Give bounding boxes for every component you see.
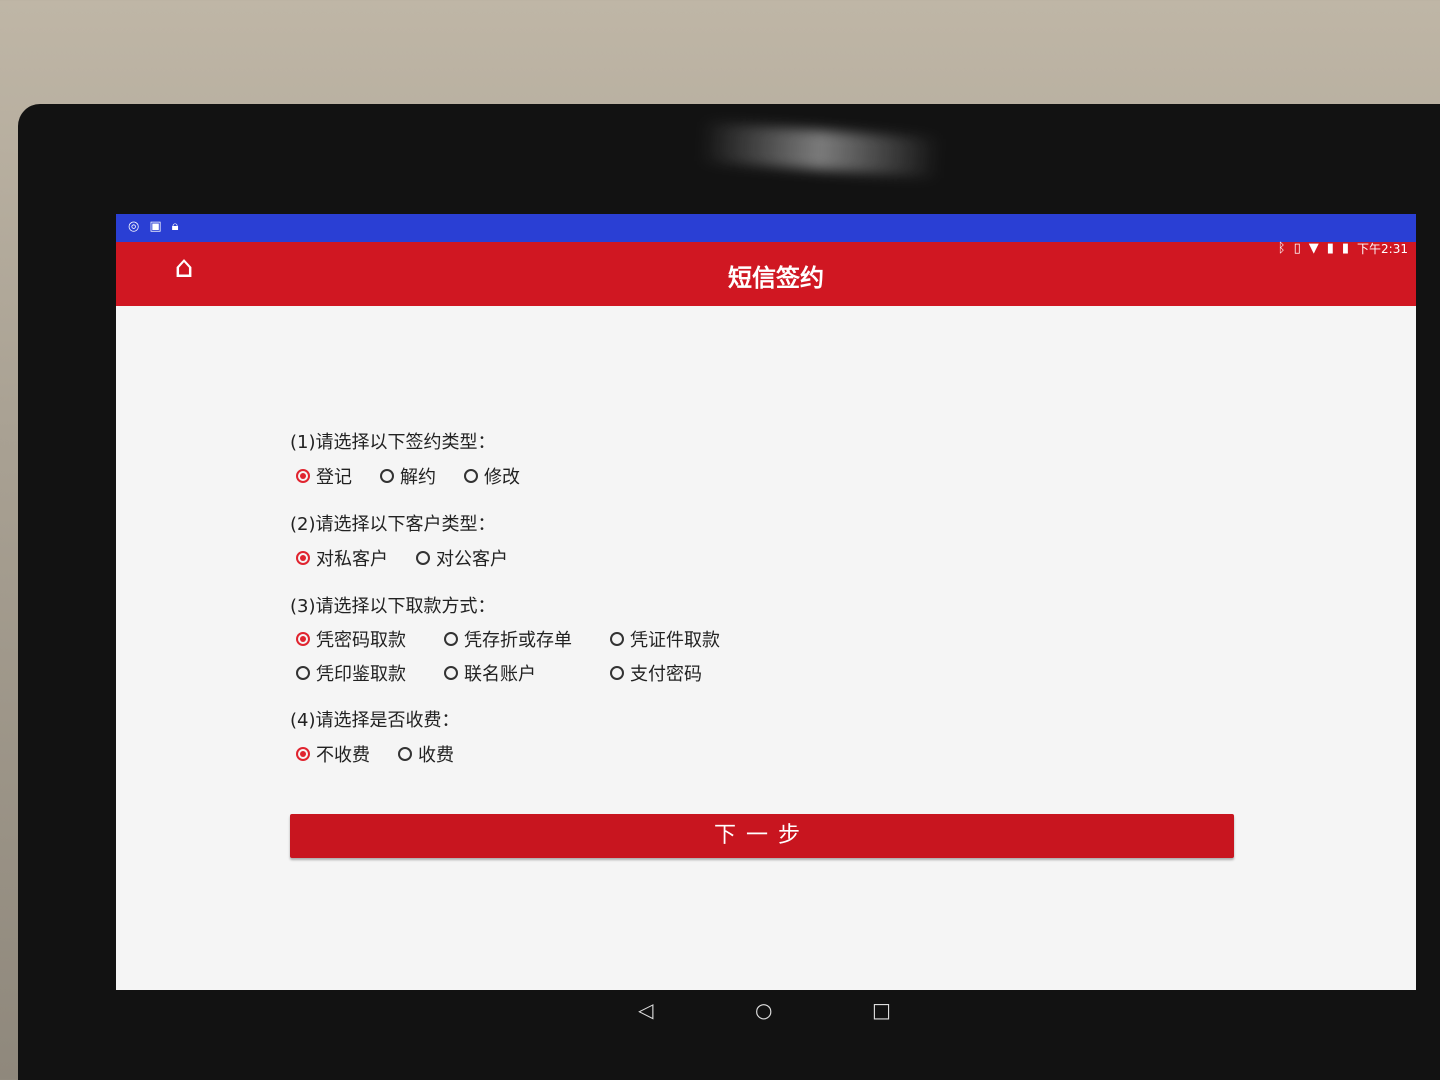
radio-unchecked-icon xyxy=(296,666,310,680)
radio-unchecked-icon xyxy=(416,551,430,565)
radio-register[interactable]: 登记 xyxy=(296,463,352,489)
wifi-icon: ▼ xyxy=(1308,240,1319,256)
radio-label: 不收费 xyxy=(316,745,370,766)
system-nav-bar: ◁ ○ □ xyxy=(0,990,1440,1040)
status-left-icons: ◎ ▣ 🔒︎ xyxy=(128,220,179,234)
signal-icon: ▮ xyxy=(1326,240,1334,256)
lock-icon: 🔒︎ xyxy=(171,219,179,234)
status-circle-icon: ◎ xyxy=(128,219,140,234)
radio-id-withdrawal[interactable]: 凭证件取款 xyxy=(610,626,770,652)
radio-unchecked-icon xyxy=(464,469,478,483)
radio-label: 收费 xyxy=(418,745,454,766)
app-bar: ⌂ 短信签约 xyxy=(116,242,1416,306)
fee-options: 不收费 收费 xyxy=(290,736,1250,772)
gallery-app-icon: ▣ xyxy=(149,219,162,234)
radio-label: 登记 xyxy=(316,467,352,488)
radio-unchecked-icon xyxy=(610,666,624,680)
battery-icon: ▮ xyxy=(1341,240,1350,256)
radio-unchecked-icon xyxy=(380,469,394,483)
question-fee: (4)请选择是否收费： xyxy=(290,710,460,731)
radio-no-fee[interactable]: 不收费 xyxy=(296,741,370,767)
radio-modify[interactable]: 修改 xyxy=(464,463,520,489)
question-customer-type: (2)请选择以下客户类型： xyxy=(290,514,496,535)
radio-unchecked-icon xyxy=(444,666,458,680)
radio-checked-icon xyxy=(296,551,310,565)
radio-checked-icon xyxy=(296,632,310,646)
device-screen: ◎ ▣ 🔒︎ ᛒ ▯ ▼ ▮ ▮ 下午2:31 ⌂ 短信签约 (1)请选择以下签… xyxy=(116,214,1416,990)
question-signing-type: (1)请选择以下签约类型： xyxy=(290,432,496,453)
signing-type-options: 登记 解约 修改 xyxy=(290,458,1250,494)
radio-label: 对公客户 xyxy=(436,549,508,570)
recents-icon[interactable]: □ xyxy=(872,998,891,1022)
radio-label: 支付密码 xyxy=(630,664,702,685)
customer-type-options: 对私客户 对公客户 xyxy=(290,540,1250,576)
radio-checked-icon xyxy=(296,469,310,483)
home-nav-icon[interactable]: ○ xyxy=(755,998,772,1022)
status-time: 下午2:31 xyxy=(1357,242,1408,256)
radio-label: 对私客户 xyxy=(316,549,388,570)
radio-cancel[interactable]: 解约 xyxy=(380,463,436,489)
radio-payment-password[interactable]: 支付密码 xyxy=(610,660,770,686)
radio-joint-account[interactable]: 联名账户 xyxy=(444,660,610,686)
radio-label: 凭存折或存单 xyxy=(464,630,572,651)
radio-label: 修改 xyxy=(484,467,520,488)
question-withdrawal-method: (3)请选择以下取款方式： xyxy=(290,596,496,617)
radio-unchecked-icon xyxy=(444,632,458,646)
status-bar: ◎ ▣ 🔒︎ xyxy=(116,214,1416,242)
back-icon[interactable]: ◁ xyxy=(638,998,653,1022)
radio-label: 凭印鉴取款 xyxy=(316,664,406,685)
radio-checked-icon xyxy=(296,747,310,761)
next-step-button[interactable]: 下一步 xyxy=(290,814,1234,858)
radio-password-withdrawal[interactable]: 凭密码取款 xyxy=(296,626,444,652)
radio-label: 凭证件取款 xyxy=(630,630,720,651)
radio-label: 联名账户 xyxy=(464,664,536,685)
radio-fee[interactable]: 收费 xyxy=(398,741,454,767)
status-right-icons: ᛒ ▯ ▼ ▮ ▮ 下午2:31 xyxy=(1278,240,1408,257)
radio-unchecked-icon xyxy=(398,747,412,761)
radio-label: 凭密码取款 xyxy=(316,630,406,651)
radio-unchecked-icon xyxy=(610,632,624,646)
withdrawal-method-options: 凭密码取款 凭存折或存单 凭证件取款 凭印鉴取款 联名账户 支付密码 xyxy=(290,626,1250,686)
radio-seal-withdrawal[interactable]: 凭印鉴取款 xyxy=(296,660,444,686)
radio-corporate-customer[interactable]: 对公客户 xyxy=(416,545,508,571)
radio-personal-customer[interactable]: 对私客户 xyxy=(296,545,388,571)
bluetooth-icon: ᛒ xyxy=(1277,240,1286,256)
page-title: 短信签约 xyxy=(728,264,824,292)
radio-passbook-withdrawal[interactable]: 凭存折或存单 xyxy=(444,626,610,652)
radio-label: 解约 xyxy=(400,467,436,488)
vibrate-icon: ▯ xyxy=(1293,240,1301,256)
sign-form: (1)请选择以下签约类型： 登记 解约 修改 (2)请选择以下客户类型： 对私客… xyxy=(290,428,1250,788)
